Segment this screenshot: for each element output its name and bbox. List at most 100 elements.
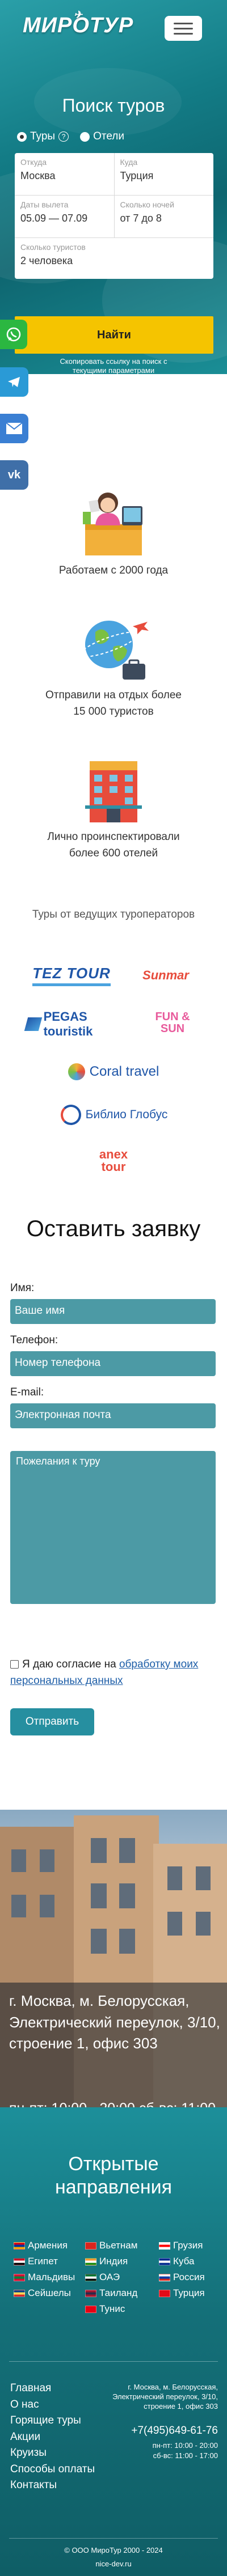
country-name: Армения xyxy=(28,2240,68,2251)
operator-name: Coral travel xyxy=(89,1064,159,1079)
country-link[interactable]: Мальдивы xyxy=(14,2272,75,2283)
country-name: Таиланд xyxy=(99,2288,138,2298)
field-label: Сколько туристов xyxy=(20,243,86,252)
country-link[interactable]: Вьетнам xyxy=(85,2240,137,2251)
operators-title: Туры от ведущих туроператоров xyxy=(32,909,195,920)
consent-checkbox[interactable] xyxy=(10,1660,19,1669)
name-input[interactable]: Ваше имя xyxy=(10,1299,216,1324)
operator-logo-tez[interactable]: TEZ TOUR xyxy=(32,961,111,990)
country-name: Египет xyxy=(28,2256,58,2267)
country-name: Куба xyxy=(173,2256,195,2267)
footer-address: г. Москва, м. Белорусская, Электрический… xyxy=(112,2383,218,2411)
footer-link-home[interactable]: Главная xyxy=(10,2380,95,2397)
radio-dot[interactable] xyxy=(17,131,27,142)
country-link[interactable]: Индия xyxy=(85,2256,128,2267)
consent-block: Я даю согласие на обработку моих персона… xyxy=(10,1657,216,1689)
country-name: Мальдивы xyxy=(28,2272,75,2282)
operator-logo-pegas[interactable]: PEGAS touristik xyxy=(24,1009,123,1039)
country-link[interactable]: Сейшелы xyxy=(14,2288,71,2299)
advantage-item: Лично проинспектировали более 600 отелей xyxy=(0,751,227,862)
operator-logo-coral[interactable]: Coral travel xyxy=(57,1059,170,1085)
flag-icon xyxy=(159,2257,170,2265)
to-field[interactable]: Куда Турция xyxy=(114,153,214,195)
country-name: Россия xyxy=(173,2272,205,2282)
search-type-switch: Туры ? Отели xyxy=(17,130,124,143)
country-name: Индия xyxy=(99,2256,128,2267)
dates-field[interactable]: Даты вылета 05.09 — 07.09 xyxy=(15,196,114,237)
developer-link[interactable]: nice-dev.ru xyxy=(0,2560,227,2568)
field-label: Куда xyxy=(120,158,138,167)
footer-link-cruises[interactable]: Круизы xyxy=(10,2445,95,2462)
flag-icon xyxy=(159,2273,170,2281)
footer-link-payment[interactable]: Способы оплаты xyxy=(10,2462,95,2478)
office-worker-icon xyxy=(83,493,142,555)
whatsapp-button[interactable] xyxy=(0,320,27,349)
country-link[interactable]: Египет xyxy=(14,2256,58,2267)
country-name: Турция xyxy=(173,2288,205,2298)
field-value: 05.09 — 07.09 xyxy=(20,213,88,224)
field-label: Даты вылета xyxy=(20,200,69,209)
radio-tours[interactable]: Туры ? xyxy=(17,130,69,143)
footer-link-contacts[interactable]: Контакты xyxy=(10,2477,95,2494)
telegram-button[interactable] xyxy=(0,367,28,397)
country-link[interactable]: Тунис xyxy=(85,2303,125,2315)
tourists-field[interactable]: Сколько туристов 2 человека xyxy=(15,238,213,279)
footer-hours-weekend: сб-вс: 11:00 - 17:00 xyxy=(153,2451,218,2460)
field-value: Турция xyxy=(120,170,154,181)
country-link[interactable]: Таиланд xyxy=(85,2288,137,2299)
country-link[interactable]: Армения xyxy=(14,2240,68,2251)
submit-button[interactable]: Отправить xyxy=(10,1708,94,1735)
flag-icon xyxy=(85,2273,96,2281)
radio-dot[interactable] xyxy=(80,131,90,142)
operator-logo-anex[interactable]: anex tour xyxy=(85,1145,142,1177)
footer-link-about[interactable]: О нас xyxy=(10,2397,95,2413)
operator-name: anex tour xyxy=(99,1147,128,1174)
country-link[interactable]: ОАЭ xyxy=(85,2272,120,2283)
country-link[interactable]: Россия xyxy=(159,2272,205,2283)
operator-logo-sunmar[interactable]: Sunmar xyxy=(132,961,200,990)
operator-name: FUN & SUN xyxy=(155,1011,190,1035)
country-link[interactable]: Турция xyxy=(159,2288,205,2299)
footer-phone[interactable]: +7(495)649-61-76 xyxy=(131,2425,218,2437)
email-label: E-mail: xyxy=(10,1386,44,1398)
footer-hours: пн-пт: 10:00 - 20:00 сб-вс: 11:00 - 17:0… xyxy=(153,2441,218,2460)
office-address: г. Москва, м. Белорусская, Электрический… xyxy=(9,1992,220,2052)
destinations-title: Открытые направления xyxy=(54,2153,173,2198)
footer-hours-weekdays: пн-пт: 10:00 - 20:00 xyxy=(152,2441,218,2450)
flag-icon xyxy=(159,2242,170,2250)
country-name: Вьетнам xyxy=(99,2240,138,2251)
advantage-item: Работаем с 2000 года xyxy=(0,485,227,579)
radio-hotels[interactable]: Отели xyxy=(80,130,124,143)
operator-logo-funsun[interactable]: FUN & SUN xyxy=(143,1004,202,1042)
email-input[interactable]: Электронная почта xyxy=(10,1403,216,1428)
flag-icon xyxy=(14,2257,25,2265)
site-logo[interactable]: МИРОТУР ✈ xyxy=(23,9,133,38)
plane-icon: ✈ xyxy=(74,9,83,20)
country-link[interactable]: Куба xyxy=(159,2256,194,2267)
country-name: ОАЭ xyxy=(99,2272,120,2282)
copy-search-link[interactable]: Скопировать ссылку на поиск с текущими п… xyxy=(51,357,176,376)
country-link[interactable]: Грузия xyxy=(159,2240,203,2251)
find-button[interactable]: Найти xyxy=(15,316,213,354)
wishes-textarea[interactable]: Пожелания к туру xyxy=(10,1451,216,1604)
copyright: © ООО МироТур 2000 - 2024 xyxy=(64,2546,163,2554)
from-field[interactable]: Откуда Москва xyxy=(15,153,114,195)
mail-button[interactable] xyxy=(0,414,28,443)
menu-button[interactable] xyxy=(165,16,202,41)
field-value: Москва xyxy=(20,170,56,181)
flag-icon xyxy=(14,2289,25,2297)
footer-link-hot-tours[interactable]: Горящие туры xyxy=(10,2413,95,2429)
help-icon[interactable]: ? xyxy=(58,131,69,142)
vk-icon: vk xyxy=(7,468,21,481)
nights-field[interactable]: Сколько ночей от 7 до 8 xyxy=(114,196,214,237)
phone-input[interactable]: Номер телефона xyxy=(10,1351,216,1376)
field-label: Откуда xyxy=(20,158,47,167)
application-title: Оставить заявку xyxy=(26,1216,201,1241)
country-name: Сейшелы xyxy=(28,2288,71,2298)
advantage-text: Лично проинспектировали более 600 отелей xyxy=(47,831,180,859)
operator-logo-biblio[interactable]: Библио Глобус xyxy=(49,1100,179,1130)
flag-icon xyxy=(159,2289,170,2297)
footer-link-promotions[interactable]: Акции xyxy=(10,2429,95,2446)
telegram-icon xyxy=(8,377,20,387)
flag-icon xyxy=(14,2273,25,2281)
